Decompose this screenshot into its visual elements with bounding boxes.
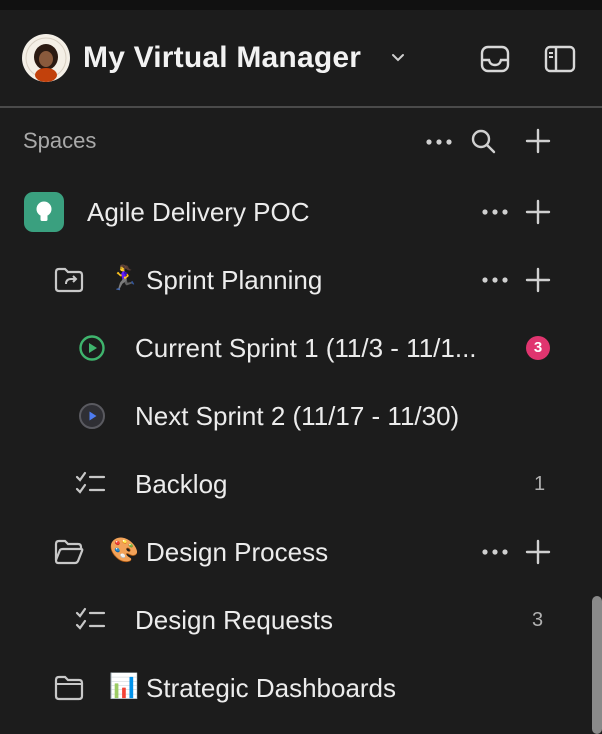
folder-item-sprint-planning[interactable]: 🏃‍♀️ Sprint Planning [0,252,590,308]
folder-label: Strategic Dashboards [146,673,397,703]
notification-badge: 3 [526,336,550,360]
more-icon[interactable] [481,276,509,284]
task-count: 3 [532,609,544,631]
add-icon[interactable] [525,267,551,293]
checklist-icon [75,471,106,494]
list-label: Next Sprint 2 (11/17 - 11/30) [135,401,460,431]
add-icon[interactable] [525,199,551,225]
list-item-design-requests[interactable]: Design Requests 3 [0,592,590,648]
folder-icon [54,675,84,701]
search-icon[interactable] [470,128,496,154]
chart-emoji-icon: 📊 [109,673,139,700]
workspace-header: My Virtual Manager [0,10,602,108]
folder-open-icon [54,539,84,565]
list-item-current-sprint[interactable]: Current Sprint 1 (11/3 - 11/1... 3 [0,320,590,376]
spaces-more-icon[interactable] [425,138,453,146]
chevron-down-icon[interactable] [390,52,406,64]
folder-item-design-process[interactable]: 🎨 Design Process [0,524,590,580]
space-name: Agile Delivery POC [87,197,310,227]
folder-item-strategic-dashboards[interactable]: 📊 Strategic Dashboards [0,660,590,716]
avatar[interactable] [22,34,70,82]
shared-folder-icon [54,267,84,293]
spaces-heading-row: Spaces [0,114,590,170]
spaces-heading: Spaces [23,128,97,153]
play-circle-icon [79,335,105,361]
sprint-upcoming-icon [79,403,105,429]
list-label: Current Sprint 1 (11/3 - 11/1... [135,333,477,363]
more-icon[interactable] [481,208,509,216]
more-icon[interactable] [481,548,509,556]
top-strip [0,0,602,10]
workspace-name[interactable]: My Virtual Manager [83,41,361,75]
list-label: Backlog [135,469,228,499]
add-icon[interactable] [525,539,551,565]
lightbulb-icon [24,192,64,232]
palette-emoji-icon: 🎨 [109,537,139,564]
list-item-backlog[interactable]: Backlog 1 [0,456,590,512]
list-item-next-sprint[interactable]: Next Sprint 2 (11/17 - 11/30) [0,388,590,444]
folder-label: Sprint Planning [146,265,323,295]
add-space-icon[interactable] [525,128,551,154]
checklist-icon [75,607,106,630]
runner-emoji-icon: 🏃‍♀️ [109,265,139,292]
list-label: Design Requests [135,605,333,635]
sidebar-toggle-icon[interactable] [543,42,577,76]
scrollbar[interactable] [592,596,602,734]
task-count: 1 [534,473,546,495]
space-item-agile-delivery[interactable]: Agile Delivery POC [0,184,590,240]
inbox-icon[interactable] [478,42,512,76]
folder-label: Design Process [146,537,329,567]
